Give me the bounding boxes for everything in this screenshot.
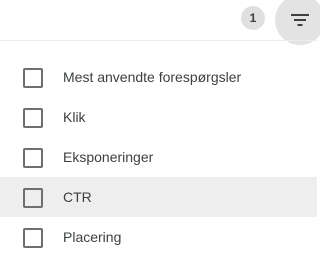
menu-item-label: Mest anvendte forespørgsler bbox=[63, 69, 242, 85]
menu-item-mest-anvendte[interactable]: Mest anvendte forespørgsler bbox=[0, 57, 317, 97]
menu-item-placering[interactable]: Placering bbox=[0, 217, 317, 257]
checkbox[interactable] bbox=[23, 108, 43, 128]
checkbox[interactable] bbox=[23, 68, 43, 88]
checkbox[interactable] bbox=[23, 188, 43, 208]
toolbar-divider bbox=[0, 40, 317, 41]
filter-menu: Mest anvendte forespørgsler Klik Ekspone… bbox=[0, 57, 317, 257]
menu-item-label: Placering bbox=[63, 229, 122, 245]
menu-item-klik[interactable]: Klik bbox=[0, 97, 317, 137]
menu-item-label: CTR bbox=[63, 189, 92, 205]
filter-count-badge: 1 bbox=[241, 6, 265, 30]
filter-list-icon bbox=[291, 14, 309, 26]
checkbox[interactable] bbox=[23, 148, 43, 168]
menu-item-label: Eksponeringer bbox=[63, 149, 154, 165]
checkbox[interactable] bbox=[23, 228, 43, 248]
menu-item-ctr[interactable]: CTR bbox=[0, 177, 317, 217]
filter-button[interactable] bbox=[275, 0, 320, 45]
menu-item-label: Klik bbox=[63, 109, 86, 125]
toolbar: 1 bbox=[0, 0, 320, 45]
menu-item-eksponeringer[interactable]: Eksponeringer bbox=[0, 137, 317, 177]
